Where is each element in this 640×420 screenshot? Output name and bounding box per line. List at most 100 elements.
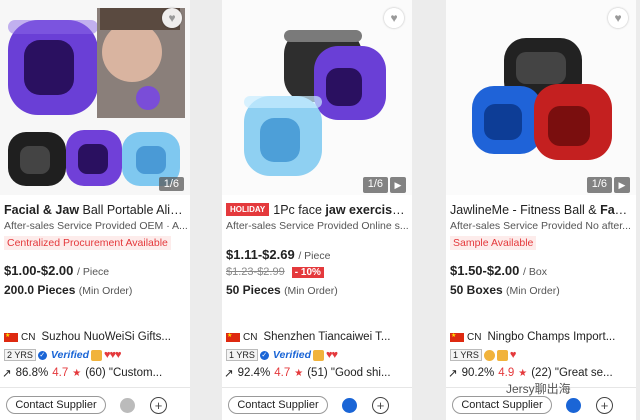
product-image[interactable]: ♥ 1/6 ▶ [222,0,412,195]
product-title[interactable]: HOLIDAY1Pc face jaw exerciser... [226,203,410,217]
contact-supplier-button[interactable]: Contact Supplier [228,396,328,414]
favorite-heart-icon[interactable]: ♥ [162,8,182,28]
plus-circle-icon[interactable]: + [596,397,613,414]
watermark: Jersy聊出海 [506,382,571,396]
years-badge: 2 YRS [4,349,36,361]
product-card-2[interactable]: ♥ 1/6 ▶ HOLIDAY1Pc face jaw exerciser...… [222,0,412,420]
supplier-row[interactable]: CN Suzhou NuoWeiSi Gifts... [4,331,190,343]
supplier-level-hearts-icon: ♥ [509,349,516,361]
years-badge: 1 YRS [450,349,482,361]
flag-cn-icon [226,332,240,342]
medal-icon [90,349,102,361]
verified-badge: Verified [272,349,311,361]
medal-icon [496,349,508,361]
card-actions: Contact Supplier + [0,396,190,416]
product-image[interactable]: ♥ 1/6 ▶ [446,0,636,195]
title-keyword: Facial & Jaw [4,203,80,217]
image-count: 1/6 [362,177,388,193]
price-range: $1.11-$2.69 [226,247,295,262]
chat-icon[interactable] [120,398,135,413]
country-code: CN [243,331,258,343]
image-counter: 1/6 [158,177,184,191]
moq-note: (Min Order) [506,285,560,297]
title-keyword: jaw exerciser [325,203,404,217]
country-code: CN [467,331,482,343]
supplier-name[interactable]: Suzhou NuoWeiSi Gifts... [41,331,171,343]
verified-check-icon: ✓ [37,350,47,360]
moq-note: (Min Order) [284,285,338,297]
product-title[interactable]: Facial & Jaw Ball Portable Align... [4,203,188,217]
title-pre: JawlineMe - Fitness Ball & [450,203,601,217]
image-count: 1/6 [158,177,184,191]
product-photo [446,0,636,195]
medal-icon [312,349,324,361]
response-rate: 90.2% [461,367,495,379]
favorite-heart-icon[interactable]: ♥ [384,8,404,28]
supplier-name[interactable]: Shenzhen Tiancaiwei T... [263,331,390,343]
product-card-3[interactable]: ♥ 1/6 ▶ JawlineMe - Fitness Ball & Faci.… [446,0,636,420]
moq-value: 50 Boxes [450,283,503,297]
chat-icon[interactable] [566,398,581,413]
product-photo [0,0,190,195]
response-rate: 86.8% [15,367,49,379]
product-title[interactable]: JawlineMe - Fitness Ball & Faci... [450,203,634,217]
contact-supplier-button[interactable]: Contact Supplier [6,396,106,414]
flag-cn-icon [450,332,464,342]
star-icon: ★ [294,367,304,379]
chat-icon[interactable] [342,398,357,413]
response-rate: 92.4% [237,367,271,379]
years-badge: 1 YRS [226,349,258,361]
image-counter: 1/6 ▶ [362,177,406,193]
original-price: $1.23-$2.99 [226,266,285,278]
play-icon[interactable]: ▶ [614,177,630,193]
price-unit: / Piece [77,266,110,278]
supplier-name[interactable]: Ningbo Champs Import... [487,331,615,343]
flag-cn-icon [4,332,18,342]
verified-badge: Verified [50,349,89,361]
min-order: 200.0 Pieces (Min Order) [4,283,132,297]
star-icon: ★ [518,367,528,379]
divider [0,387,190,388]
plus-circle-icon[interactable]: + [372,397,389,414]
review-snippet: (22) "Great se... [531,367,613,379]
plus-circle-icon[interactable]: + [150,397,167,414]
price-range: $1.50-$2.00 [450,263,520,278]
favorite-heart-icon[interactable]: ♥ [608,8,628,28]
procurement-tag: Centralized Procurement Available [4,236,171,250]
min-order: 50 Boxes (Min Order) [450,283,560,297]
card-actions: Contact Supplier + [446,396,636,416]
share-arrow-icon: ↗ [2,368,12,380]
price: $1.11-$2.69 / Piece [226,247,330,262]
supplier-stats: ↗ 92.4% 4.7 ★ (51) "Good shi... [224,366,412,380]
price: $1.50-$2.00 / Box [450,263,547,278]
title-rest: Ball Portable Align... [79,203,188,217]
service-info: After-sales Service Provided Online s... [226,220,409,232]
review-snippet: (60) "Custom... [85,367,163,379]
supplier-badges: 1 YRS ♥ [450,349,516,361]
star-icon: ★ [72,367,82,379]
moq-value: 200.0 Pieces [4,283,76,297]
discount-badge: - 10% [291,267,324,278]
supplier-row[interactable]: CN Shenzhen Tiancaiwei T... [226,331,412,343]
supplier-stats: ↗ 90.2% 4.9 ★ (22) "Great se... [448,366,636,380]
play-icon[interactable]: ▶ [390,177,406,193]
image-count: 1/6 [586,177,612,193]
supplier-stats: ↗ 86.8% 4.7 ★ (60) "Custom... [2,366,190,380]
title-keyword: Faci [600,203,626,217]
rating-value: 4.7 [52,367,69,379]
min-order: 50 Pieces (Min Order) [226,283,338,297]
contact-supplier-button[interactable]: Contact Supplier [452,396,552,414]
product-image[interactable]: ♥ 1/6 [0,0,190,195]
supplier-level-hearts-icon: ♥♥ [325,349,338,361]
product-card-1[interactable]: ♥ 1/6 Facial & Jaw Ball Portable Align..… [0,0,190,420]
verified-check-icon: ✓ [259,350,269,360]
image-counter: 1/6 ▶ [586,177,630,193]
holiday-badge: HOLIDAY [226,203,270,216]
gold-supplier-icon [483,349,495,361]
price-unit: / Box [523,266,547,278]
review-snippet: (51) "Good shi... [307,367,391,379]
supplier-row[interactable]: CN Ningbo Champs Import... [450,331,636,343]
share-arrow-icon: ↗ [224,368,234,380]
rating-value: 4.9 [498,367,515,379]
service-info: After-sales Service Provided OEM · A... [4,220,188,232]
